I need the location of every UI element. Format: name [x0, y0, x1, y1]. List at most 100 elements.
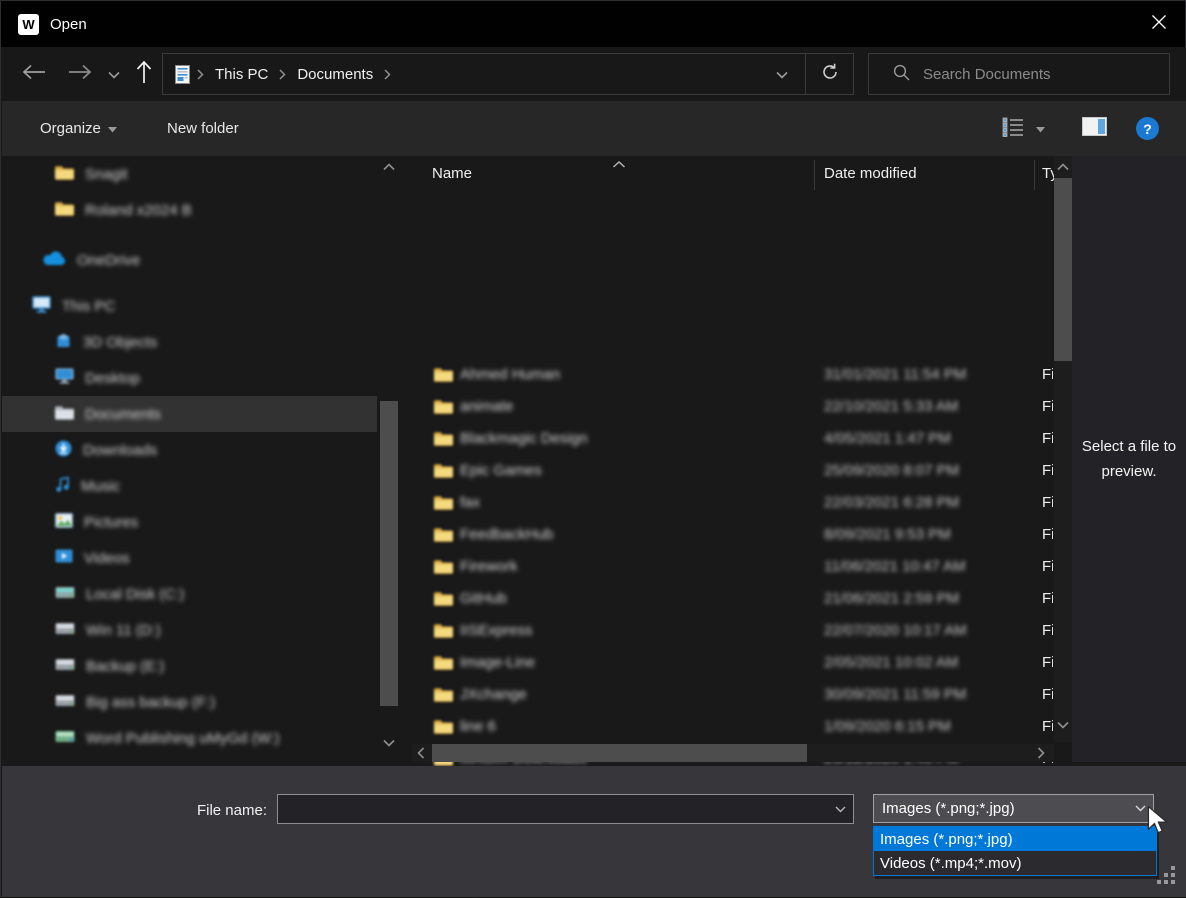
change-view-button[interactable]	[1002, 101, 1024, 156]
sidebar-item-documents[interactable]: Documents	[2, 396, 377, 432]
file-row[interactable]: GitHub21/06/2021 2:59 PMFile folder	[412, 582, 1054, 614]
file-type-options-list: Images (*.png;*.jpg)Videos (*.mp4;*.mov)	[873, 826, 1157, 876]
file-name: Blackmagic Design	[460, 430, 588, 447]
sidebar-item-label: OneDrive	[77, 252, 140, 269]
sidebar-item-label: Videos	[84, 550, 130, 567]
breadcrumb-item-documents[interactable]: Documents	[293, 64, 377, 85]
refresh-button[interactable]	[805, 54, 853, 94]
sidebar-item-snagit[interactable]: Snagit	[2, 156, 377, 192]
recent-locations-button[interactable]	[104, 61, 124, 87]
file-row[interactable]: line 61/09/2020 6:15 PMFile folder	[412, 710, 1054, 742]
file-type: File folder	[1042, 718, 1053, 735]
file-date-modified: 30/09/2021 11:59 PM	[824, 686, 966, 703]
onedrive-cloud-icon	[42, 251, 66, 270]
breadcrumb-separator-icon	[384, 69, 391, 80]
scroll-up-icon[interactable]	[378, 158, 400, 176]
file-type: File folder	[1042, 366, 1053, 383]
scroll-down-icon[interactable]	[378, 734, 400, 752]
file-row[interactable]: animate22/10/2021 5:33 AMFile folder	[412, 390, 1054, 422]
file-date-modified: 11/06/2021 10:47 AM	[824, 558, 966, 575]
file-row[interactable]: JXchange30/09/2021 11:59 PMFile folder	[412, 678, 1054, 710]
sidebar-item-pictures[interactable]: Pictures	[2, 504, 377, 540]
breadcrumb-separator-icon	[279, 69, 286, 80]
close-button[interactable]	[1133, 1, 1185, 47]
file-row[interactable]: Firework11/06/2021 10:47 AMFile folder	[412, 550, 1054, 582]
sidebar-scrollbar[interactable]	[378, 156, 400, 766]
breadcrumb[interactable]: This PC Documents	[162, 53, 854, 95]
file-name-combo[interactable]	[277, 794, 854, 824]
chevron-down-icon[interactable]	[827, 806, 853, 813]
resize-grip-icon[interactable]	[1157, 866, 1175, 888]
file-type-dropdown[interactable]: Images (*.png;*.jpg)	[873, 794, 1154, 823]
folder-icon	[55, 165, 74, 184]
sidebar-item-onedrive[interactable]: OneDrive	[2, 242, 377, 278]
breadcrumb-separator-icon	[197, 69, 204, 80]
sidebar-scrollbar-thumb[interactable]	[380, 401, 398, 706]
up-button[interactable]	[132, 61, 156, 87]
drive-icon	[55, 694, 75, 711]
file-name-input[interactable]	[278, 801, 827, 818]
file-list-horizontal-scrollbar[interactable]	[412, 744, 1054, 762]
scroll-right-icon[interactable]	[1032, 744, 1050, 762]
file-date-modified: 22/03/2021 6:28 PM	[824, 494, 959, 511]
file-type-option-images[interactable]: Images (*.png;*.jpg)	[874, 827, 1156, 851]
sidebar-item-music[interactable]: Music	[2, 468, 377, 504]
search-box[interactable]	[868, 53, 1170, 95]
breadcrumb-item-this-pc[interactable]: This PC	[211, 64, 272, 85]
sidebar-item-win-11-d-[interactable]: Win 11 (D:)	[2, 612, 377, 648]
file-row[interactable]: IISExpress22/07/2020 10:17 AMFile folder	[412, 614, 1054, 646]
file-row[interactable]: Image-Line2/05/2021 10:02 AMFile folder	[412, 646, 1054, 678]
file-type-selected-value: Images (*.png;*.jpg)	[874, 800, 1127, 817]
sidebar-item-downloads[interactable]: Downloads	[2, 432, 377, 468]
file-date-modified: 25/09/2020 8:07 PM	[824, 462, 959, 479]
sidebar-item-big-ass-backup-f-[interactable]: Big ass backup (F:)	[2, 684, 377, 720]
file-row[interactable]: Ahmed Human31/01/2021 11:54 PMFile folde…	[412, 358, 1054, 390]
drive-c-icon	[55, 586, 75, 603]
forward-button[interactable]	[66, 61, 94, 87]
folder-icon	[434, 719, 453, 738]
file-type-option-videos[interactable]: Videos (*.mp4;*.mov)	[874, 851, 1156, 875]
folder-icon	[434, 623, 453, 642]
sidebar-item-this-pc[interactable]: This PC	[2, 288, 377, 324]
sidebar-item-word-publishing-umygd-w-[interactable]: Word Publishing uMyGd (W:)	[2, 720, 377, 756]
sidebar-item-label: Documents	[85, 406, 161, 423]
breadcrumb-dropdown-button[interactable]	[759, 54, 805, 94]
new-folder-button[interactable]: New folder	[167, 101, 239, 156]
file-row[interactable]: Blackmagic Design4/05/2021 1:47 PMFile f…	[412, 422, 1054, 454]
file-list-scrollbar[interactable]	[1054, 156, 1072, 742]
sidebar-item-local-disk-c-[interactable]: Local Disk (C:)	[2, 576, 377, 612]
back-button[interactable]	[20, 61, 48, 87]
sidebar-item-label: Music	[81, 478, 120, 495]
column-header-name[interactable]: Name	[432, 165, 472, 182]
sidebar-item-roland-x2024-b[interactable]: Roland x2024 B	[2, 192, 377, 228]
chevron-down-icon	[108, 120, 117, 137]
folder-icon	[434, 431, 453, 450]
file-row[interactable]: FeedbackHub8/09/2021 9:53 PMFile folder	[412, 518, 1054, 550]
file-name: line 6	[460, 718, 496, 735]
organize-button[interactable]: Organize	[40, 101, 117, 156]
column-header-date-modified[interactable]: Date modified	[824, 165, 917, 182]
help-button[interactable]: ?	[1136, 101, 1159, 156]
sidebar-item-desktop[interactable]: Desktop	[2, 360, 377, 396]
preview-pane-button[interactable]	[1082, 101, 1107, 156]
file-date-modified: 22/10/2021 5:33 AM	[824, 398, 958, 415]
footer-bar: File name: Images (*.png;*.jpg) Images (…	[2, 766, 1186, 897]
file-row[interactable]: Epic Games25/09/2020 8:07 PMFile folder	[412, 454, 1054, 486]
scroll-down-icon[interactable]	[1054, 716, 1072, 734]
change-view-dropdown[interactable]	[1036, 101, 1045, 156]
sidebar-item-videos[interactable]: Videos	[2, 540, 377, 576]
scroll-left-icon[interactable]	[412, 744, 430, 762]
file-name: GitHub	[460, 590, 507, 607]
command-toolbar: Organize New folder	[2, 101, 1186, 156]
drive-icon	[55, 658, 75, 675]
folder-icon	[434, 559, 453, 578]
scroll-up-icon[interactable]	[1054, 158, 1072, 176]
file-list-scrollbar-thumb[interactable]	[1054, 178, 1072, 361]
horizontal-scrollbar-thumb[interactable]	[432, 744, 807, 762]
videos-icon	[55, 549, 73, 567]
sidebar-item-3d-objects[interactable]: 3D Objects	[2, 324, 377, 360]
file-row[interactable]: fax22/03/2021 6:28 PMFile folder	[412, 486, 1054, 518]
sidebar-item-label: Roland x2024 B	[85, 202, 192, 219]
sidebar-item-backup-e-[interactable]: Backup (E:)	[2, 648, 377, 684]
search-input[interactable]	[923, 66, 1153, 83]
